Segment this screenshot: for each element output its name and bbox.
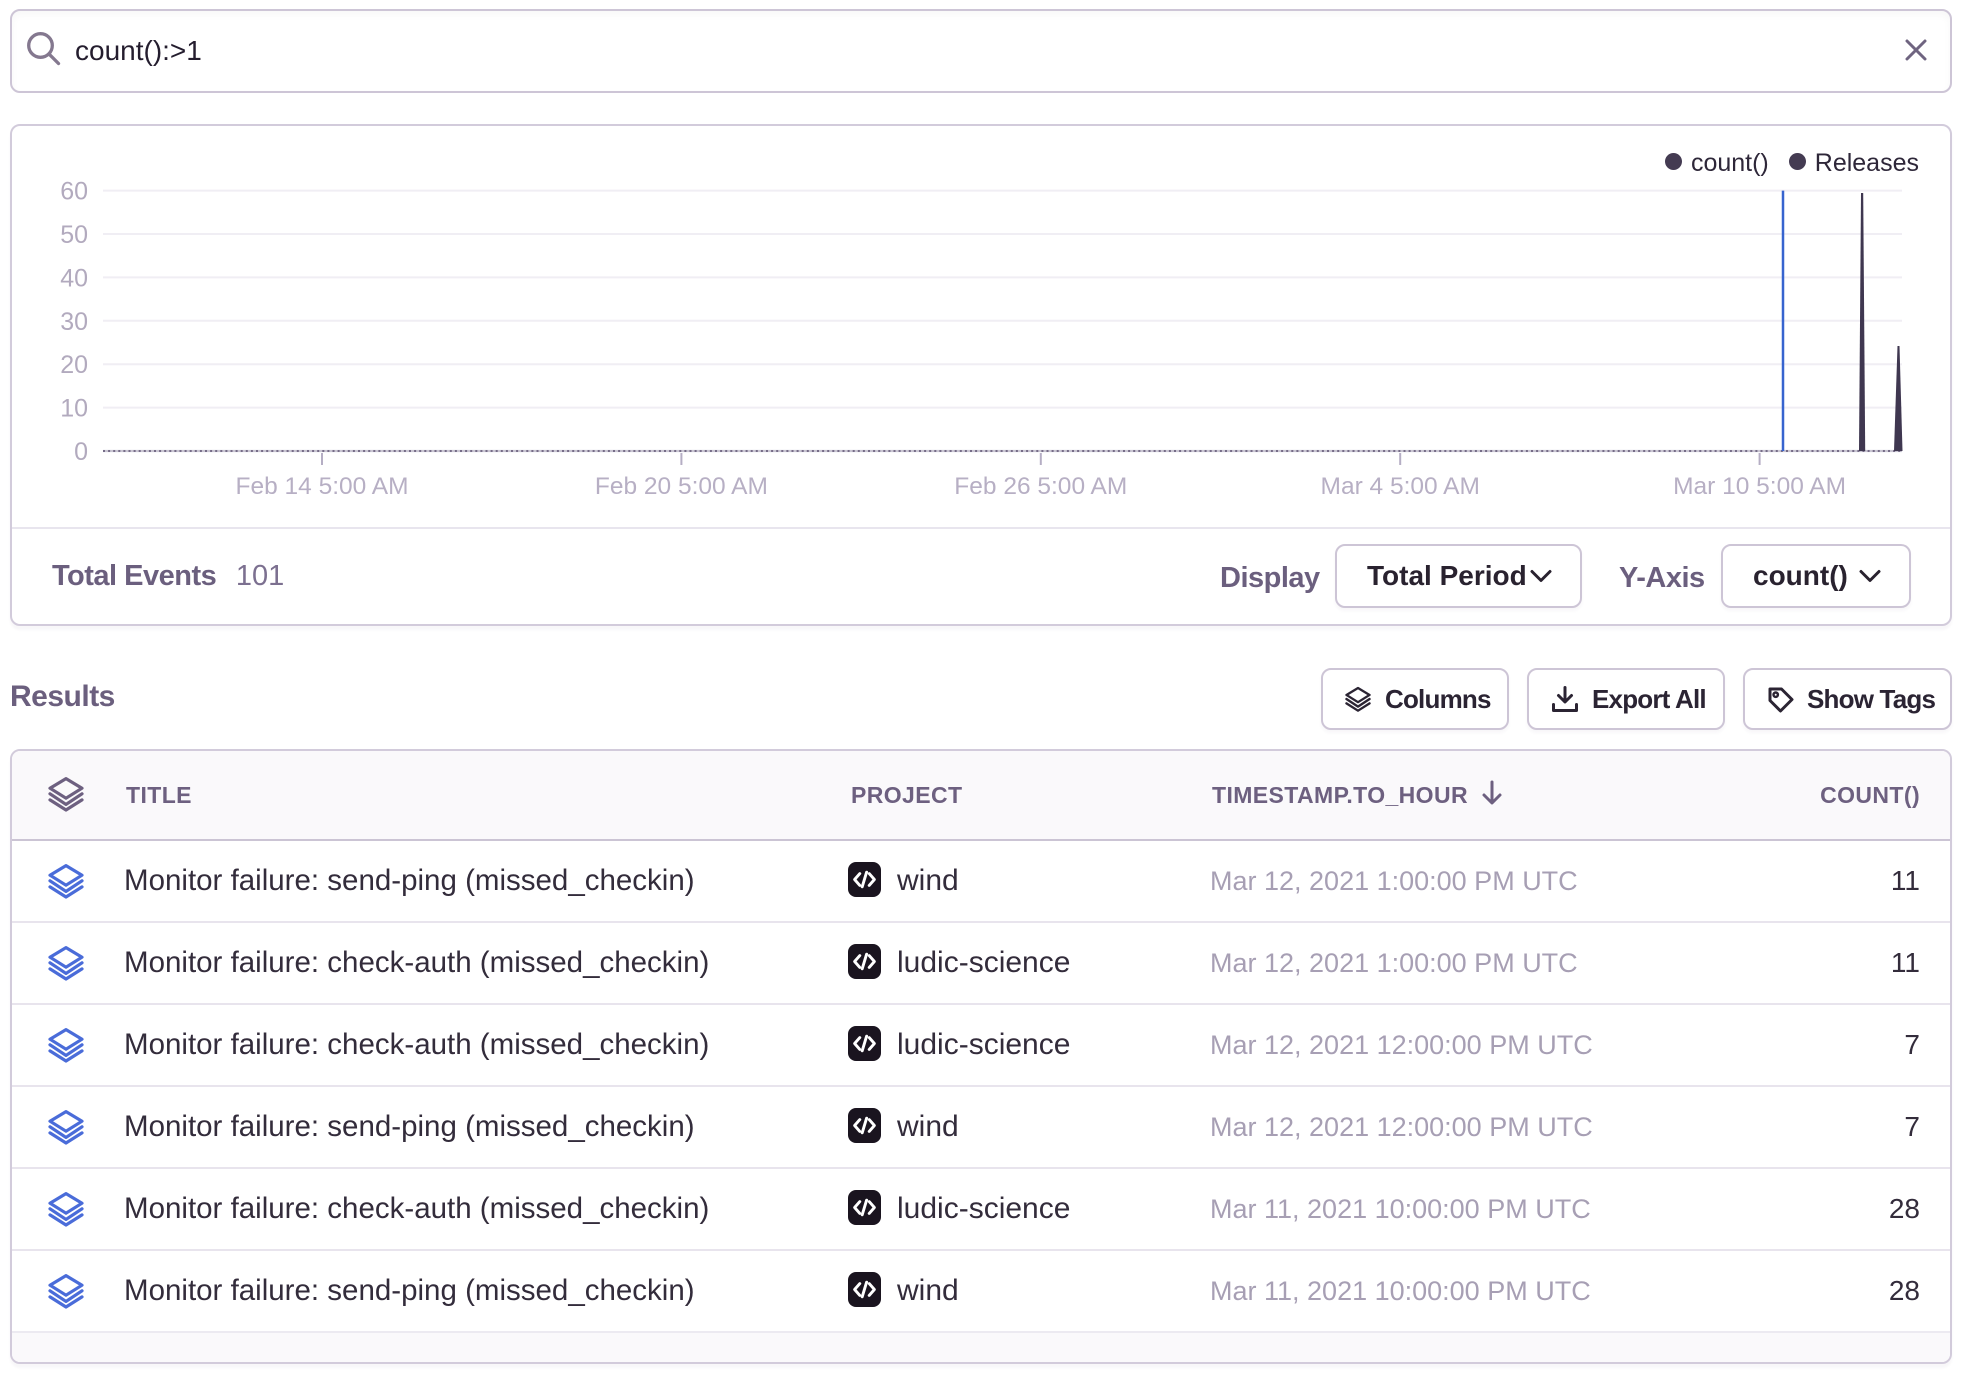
svg-text:Feb 14 5:00 AM: Feb 14 5:00 AM: [236, 473, 409, 500]
svg-text:50: 50: [60, 221, 88, 249]
svg-text:20: 20: [60, 351, 88, 379]
svg-text:Mar 10 5:00 AM: Mar 10 5:00 AM: [1673, 473, 1846, 500]
svg-text:10: 10: [60, 395, 88, 423]
svg-text:Feb 20 5:00 AM: Feb 20 5:00 AM: [595, 473, 768, 500]
svg-text:Mar 4 5:00 AM: Mar 4 5:00 AM: [1321, 473, 1480, 500]
svg-text:Feb 26 5:00 AM: Feb 26 5:00 AM: [954, 473, 1127, 500]
svg-text:30: 30: [60, 308, 88, 336]
svg-text:40: 40: [60, 264, 88, 292]
svg-text:0: 0: [74, 438, 88, 466]
svg-text:60: 60: [60, 178, 88, 206]
